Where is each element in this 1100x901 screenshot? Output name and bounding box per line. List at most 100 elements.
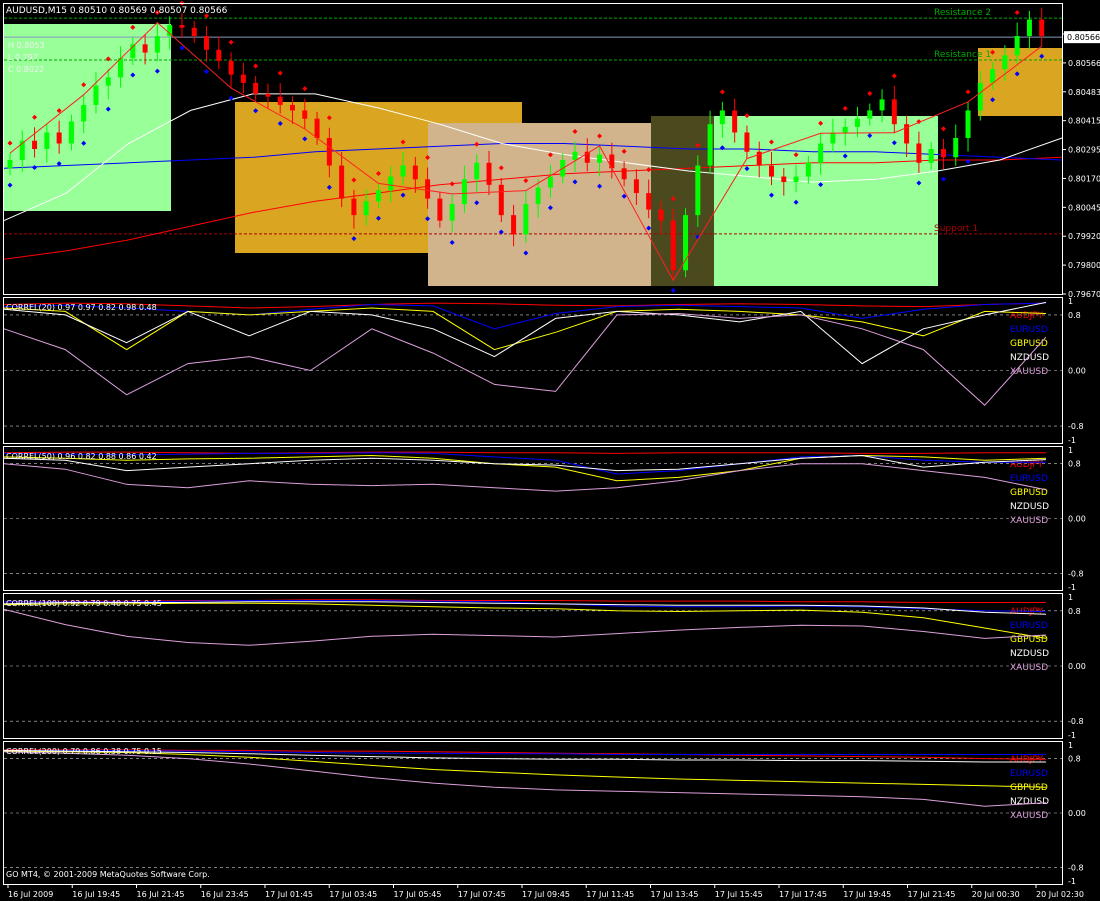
- pane-2-tick-2: 0.00: [1068, 662, 1086, 671]
- pane-3-tick-1: 0.8: [1068, 755, 1081, 764]
- time-tick-label-14: 17 Jul 21:45: [908, 890, 956, 899]
- time-tick-label-1: 16 Jul 19:45: [72, 890, 120, 899]
- pane-1-tick-3: -0.8: [1068, 569, 1084, 578]
- pane-3-legend-audjpy: AUDJPY: [1010, 755, 1044, 765]
- pane-1-legend-audjpy: AUDJPY: [1010, 460, 1044, 470]
- candle-body-69: [854, 118, 860, 127]
- level-label-0: Resistance 2: [934, 8, 991, 18]
- candle-body-19: [240, 74, 246, 83]
- pane-1-legend-eurusd: EURUSD: [1010, 474, 1048, 484]
- price-tick-label-5: 0.80170: [1068, 174, 1100, 183]
- pane-0-tick-1: 0.8: [1068, 311, 1081, 320]
- trading-chart[interactable]: Resistance 2 Resistance 1 Support 1 AUDJPY…: [0, 0, 1100, 901]
- candle-body-70: [867, 110, 873, 119]
- candle-body-67: [830, 132, 836, 144]
- time-tick-label-16: 20 Jul 02:30: [1036, 890, 1084, 899]
- candle-body-33: [412, 165, 418, 180]
- pane-3-legend-xauusd: XAUUSD: [1010, 811, 1048, 821]
- pane-1-legend-xauusd: XAUUSD: [1010, 516, 1048, 526]
- candle-body-34: [425, 179, 431, 199]
- pane-0-legend-xauusd: XAUUSD: [1010, 367, 1048, 377]
- candle-body-62: [769, 165, 775, 177]
- candle-body-31: [388, 176, 394, 191]
- candle-body-48: [597, 154, 603, 163]
- time-tick-label-7: 17 Jul 07:45: [458, 890, 506, 899]
- level-label-1: Resistance 1: [934, 50, 991, 60]
- candle-body-16: [204, 36, 210, 50]
- level-label-2: Support 1: [934, 224, 978, 234]
- candle-body-35: [437, 198, 443, 221]
- candle-body-3: [44, 132, 50, 149]
- candle-body-5: [68, 121, 74, 144]
- candle-body-15: [191, 27, 197, 37]
- candle-body-52: [646, 193, 652, 210]
- pane-2-tick-3: -0.8: [1068, 717, 1084, 726]
- time-tick-label-15: 20 Jul 00:30: [972, 890, 1020, 899]
- candle-body-60: [744, 132, 750, 152]
- candle-body-6: [81, 104, 87, 122]
- pane-0-tick-3: -0.8: [1068, 422, 1084, 431]
- price-tick-label-7: 0.79920: [1068, 232, 1100, 241]
- candle-body-59: [732, 110, 738, 133]
- zone-box-3: [428, 123, 651, 286]
- candle-body-66: [818, 143, 824, 163]
- copyright-footer: GO MT4, © 2001-2009 MetaQuotes Software …: [6, 870, 210, 879]
- pane-0-legend-nzdusd: NZDUSD: [1010, 353, 1049, 363]
- pane-1-legend-nzdusd: NZDUSD: [1010, 502, 1049, 512]
- candle-body-20: [253, 82, 259, 94]
- candle-body-29: [363, 201, 369, 216]
- pane-3-legend-nzdusd: NZDUSD: [1010, 797, 1049, 807]
- candle-body-28: [351, 198, 357, 216]
- candle-body-46: [572, 151, 578, 161]
- candle-body-75: [928, 149, 934, 163]
- candle-body-42: [523, 204, 529, 235]
- candle-body-0: [7, 160, 13, 169]
- candle-body-23: [289, 104, 295, 111]
- candle-body-21: [265, 93, 271, 97]
- pane-1-title: CORREL(50) 0.96 0.82 0.88 0.86 0.42: [6, 452, 157, 461]
- pane-1-legend-gbpusd: GBPUSD: [1010, 488, 1048, 498]
- candle-body-38: [474, 162, 480, 180]
- candle-body-76: [940, 149, 946, 158]
- candle-body-24: [302, 110, 308, 119]
- pane-0-tick-4: -1: [1068, 436, 1076, 445]
- candle-body-14: [179, 25, 185, 28]
- pane-2-legend-eurusd: EURUSD: [1010, 621, 1048, 631]
- candle-body-7: [93, 85, 99, 105]
- candle-body-65: [805, 162, 811, 177]
- candle-body-72: [891, 99, 897, 125]
- candle-body-51: [633, 179, 639, 194]
- pane-2-legend-xauusd: XAUUSD: [1010, 663, 1048, 673]
- time-tick-label-9: 17 Jul 11:45: [586, 890, 634, 899]
- candle-body-26: [326, 137, 332, 166]
- candle-body-53: [658, 209, 664, 221]
- daily-high: H 0.8053: [8, 41, 45, 50]
- pane-3-tick-3: -0.8: [1068, 863, 1084, 872]
- price-tick-label-1: 0.80566: [1068, 59, 1100, 68]
- price-tick-label-8: 0.79800: [1068, 261, 1100, 270]
- zone-box-5: [651, 116, 714, 286]
- pane-1-tick-0: 1: [1068, 446, 1073, 455]
- pane-1-tick-4: -1: [1068, 583, 1076, 592]
- pane-0-legend-eurusd: EURUSD: [1010, 325, 1048, 335]
- pane-2-legend-nzdusd: NZDUSD: [1010, 649, 1049, 659]
- pane-2-legend-audjpy: AUDJPY: [1010, 607, 1044, 617]
- candle-body-25: [314, 118, 320, 138]
- candle-body-56: [695, 165, 701, 216]
- price-tick-label-2: 0.80483: [1068, 88, 1100, 97]
- pane-1-tick-1: 0.8: [1068, 460, 1081, 469]
- pane-0-tick-2: 0.00: [1068, 367, 1086, 376]
- candle-body-4: [56, 132, 62, 144]
- candle-body-78: [965, 110, 971, 138]
- pane-2-title: CORREL(100) 0.92 0.79 0.40 0.75 0.45: [6, 599, 162, 608]
- time-tick-label-10: 17 Jul 13:45: [651, 890, 699, 899]
- pane-3-tick-4: -1: [1068, 877, 1076, 886]
- symbol-title: AUDUSD,M15 0.80510 0.80569 0.80507 0.805…: [6, 6, 228, 16]
- price-tick-label-4: 0.80295: [1068, 146, 1100, 155]
- candle-body-43: [535, 187, 541, 205]
- candle-body-2: [32, 140, 38, 149]
- daily-close: C 0.8022: [8, 65, 44, 74]
- pane-0-tick-0: 1: [1068, 297, 1073, 306]
- candle-body-74: [916, 143, 922, 163]
- time-tick-label-12: 17 Jul 17:45: [779, 890, 827, 899]
